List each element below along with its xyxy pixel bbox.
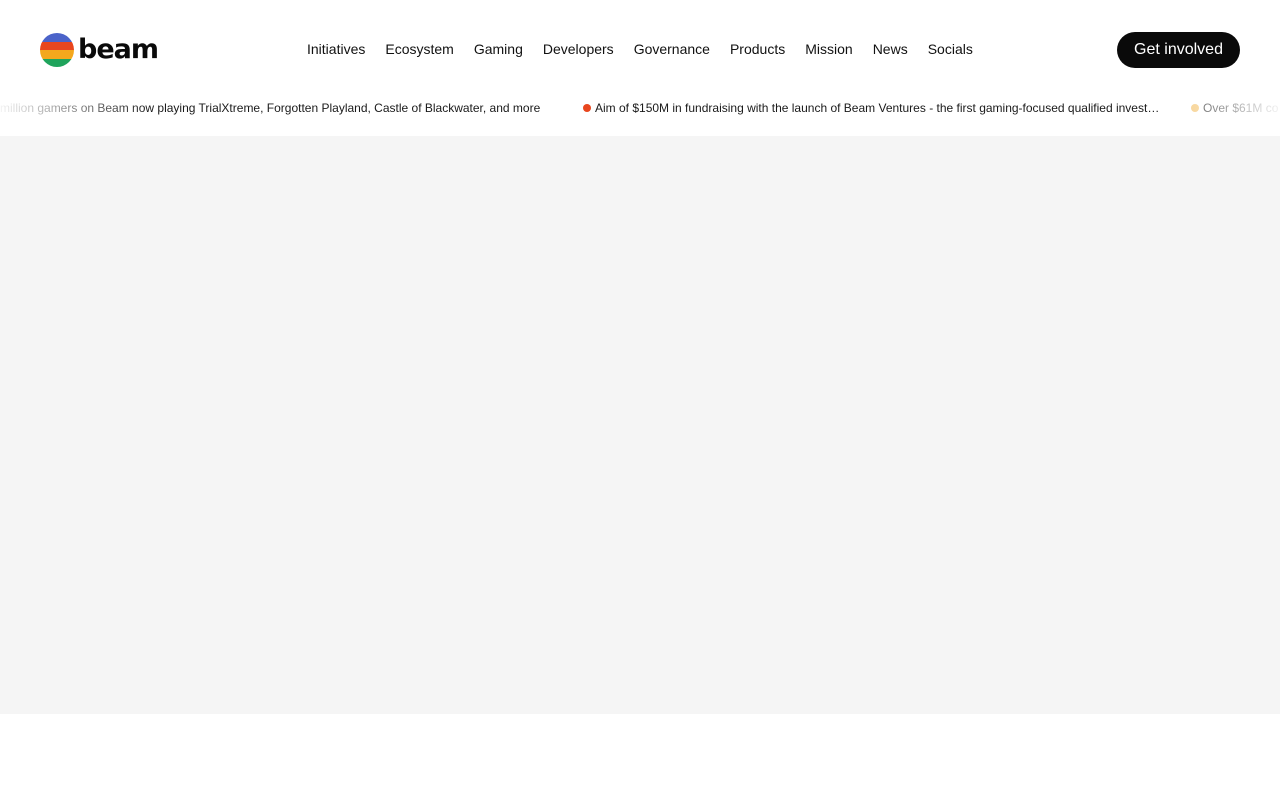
- logo-wordmark: beam: [78, 34, 159, 65]
- nav-item-initiatives[interactable]: Initiatives: [297, 38, 375, 60]
- ticker-track: million gamers on Beam now playing Trial…: [0, 98, 1280, 118]
- beam-logo-icon: [40, 33, 74, 67]
- nav-item-news[interactable]: News: [863, 38, 918, 60]
- site-header: beam Initiatives Ecosystem Gaming Develo…: [0, 0, 1280, 98]
- logo-band-blue: [40, 33, 74, 42]
- logo-band-green: [40, 58, 74, 67]
- ticker-item[interactable]: million gamers on Beam now playing Trial…: [0, 98, 565, 118]
- nav-item-ecosystem[interactable]: Ecosystem: [375, 38, 463, 60]
- ticker-item-text: Aim of $150M in fundraising with the lau…: [595, 101, 1167, 115]
- nav-item-products[interactable]: Products: [720, 38, 795, 60]
- status-dot-icon: [1191, 104, 1199, 112]
- news-ticker: million gamers on Beam now playing Trial…: [0, 98, 1280, 118]
- logo-band-yellow: [40, 50, 74, 59]
- nav-item-gaming[interactable]: Gaming: [464, 38, 533, 60]
- nav-item-developers[interactable]: Developers: [533, 38, 624, 60]
- ticker-item[interactable]: Over $61M co: [1191, 98, 1280, 118]
- beam-logo[interactable]: beam: [40, 33, 159, 67]
- ticker-item[interactable]: Aim of $150M in fundraising with the lau…: [583, 98, 1167, 118]
- nav-item-socials[interactable]: Socials: [918, 38, 983, 60]
- nav-item-governance[interactable]: Governance: [624, 38, 720, 60]
- status-dot-icon: [583, 104, 591, 112]
- get-involved-button[interactable]: Get involved: [1117, 32, 1240, 68]
- main-nav: Initiatives Ecosystem Gaming Developers …: [297, 38, 983, 60]
- ticker-item-text: Over $61M co: [1203, 101, 1279, 115]
- logo-band-red: [40, 41, 74, 50]
- ticker-item-text: million gamers on Beam now playing Trial…: [0, 101, 541, 115]
- nav-item-mission[interactable]: Mission: [795, 38, 862, 60]
- hero-section: [0, 136, 1280, 714]
